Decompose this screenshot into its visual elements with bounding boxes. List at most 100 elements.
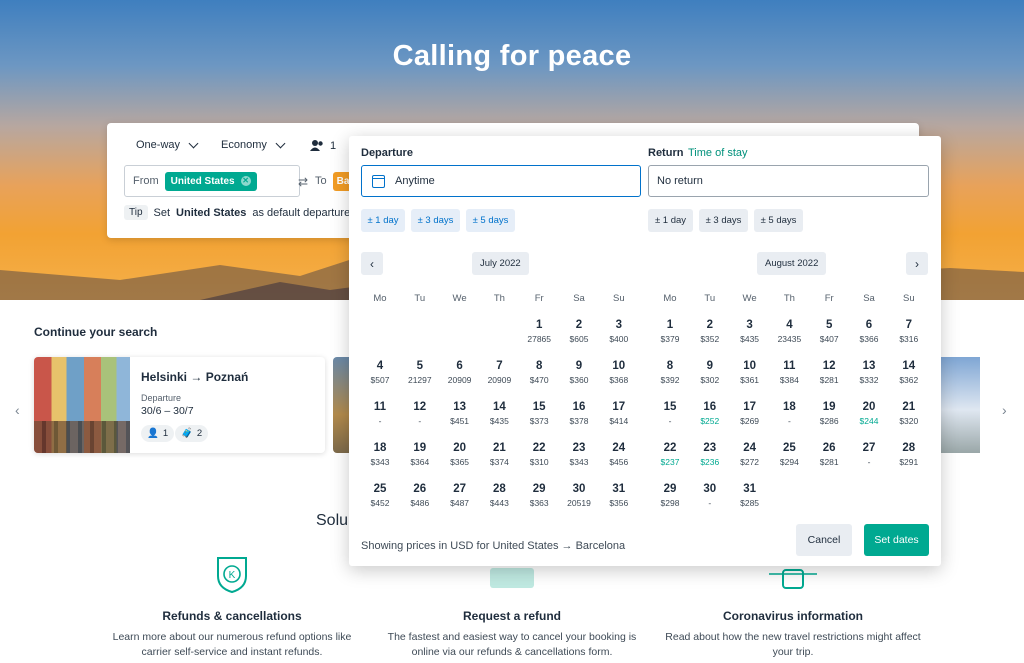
calendar-day[interactable]: 12 - (400, 401, 440, 439)
solutions-heading: Solu (316, 512, 349, 529)
calendar-day[interactable]: 9 $360 (559, 360, 599, 398)
calendar-day[interactable]: 25 $294 (769, 442, 809, 480)
calendar-day[interactable]: 1 $379 (650, 319, 690, 357)
calendar-day[interactable]: 13 $451 (440, 401, 480, 439)
calendar-day[interactable]: 17 $269 (730, 401, 770, 439)
calendar-day[interactable]: 29 $298 (650, 483, 690, 521)
passengers-select[interactable]: 1 (310, 139, 336, 152)
calendar-day[interactable]: 17 $414 (599, 401, 639, 439)
feature-title: Request a refund (462, 609, 561, 623)
departure-date-field[interactable]: Anytime (361, 165, 641, 197)
recent-search-card[interactable]: Helsinki → Poznań Departure 30/6 – 30/7 … (34, 357, 325, 453)
calendar-day[interactable]: 24 $272 (730, 442, 770, 480)
day-price: 20909 (487, 375, 512, 385)
swap-icon[interactable]: ⇄ (298, 175, 308, 189)
calendar-day[interactable]: 28 $291 (889, 442, 929, 480)
calendar-day[interactable]: 25 $452 (360, 483, 400, 521)
departure-flex-1-day[interactable]: ± 1 day (361, 209, 405, 232)
time-of-stay-tab[interactable]: Time of stay (688, 147, 748, 159)
cancel-button[interactable]: Cancel (796, 524, 852, 556)
calendar-day[interactable]: 15 $373 (519, 401, 559, 439)
calendar-day[interactable]: 26 $486 (400, 483, 440, 521)
calendar-day[interactable]: 13 $332 (849, 360, 889, 398)
calendar-day[interactable]: 23 $236 (690, 442, 730, 480)
calendar-day[interactable]: 31 $285 (730, 483, 770, 521)
calendar-day[interactable]: 4 $507 (360, 360, 400, 398)
recent-route: Helsinki → Poznań (141, 370, 249, 384)
calendar-day[interactable]: 11 $384 (769, 360, 809, 398)
recent-search-card-partial[interactable] (940, 357, 980, 453)
calendar-day[interactable]: 2 $352 (690, 319, 730, 357)
calendar-day[interactable]: 9 $302 (690, 360, 730, 398)
weekday-header: Su (902, 293, 915, 304)
calendar-day[interactable]: 10 $368 (599, 360, 639, 398)
calendar-day[interactable]: 21 $320 (889, 401, 929, 439)
calendar-day[interactable]: 22 $237 (650, 442, 690, 480)
remove-chip-icon[interactable]: ✕ (240, 176, 251, 186)
day-number: 1 (535, 319, 543, 331)
calendar-day[interactable]: 14 $362 (889, 360, 929, 398)
calendar-day[interactable]: 3 $435 (730, 319, 770, 357)
calendar-day[interactable]: 29 $363 (519, 483, 559, 521)
day-number: 23 (703, 442, 717, 454)
calendar-day[interactable]: 31 $356 (599, 483, 639, 521)
day-number: 4 (786, 319, 793, 331)
departure-flex-3-days[interactable]: ± 3 days (411, 209, 460, 232)
calendar-day[interactable]: 5 $407 (809, 319, 849, 357)
calendar-day[interactable]: 5 21297 (400, 360, 440, 398)
feature-title: Coronavirus information (722, 609, 863, 623)
return-flex-1-day[interactable]: ± 1 day (648, 209, 693, 232)
cabin-class-select[interactable]: Economy (221, 138, 286, 151)
from-field[interactable]: From United States ✕ (124, 165, 300, 197)
calendar-day[interactable]: 6 20909 (440, 360, 480, 398)
calendar-day[interactable]: 16 $252 (690, 401, 730, 439)
next-month-icon[interactable]: › (906, 252, 928, 275)
carousel-prev-icon[interactable]: ‹ (15, 402, 20, 418)
calendar-day[interactable]: 27 - (849, 442, 889, 480)
calendar-day[interactable]: 27 $487 (440, 483, 480, 521)
calendar-day[interactable]: 6 $366 (849, 319, 889, 357)
calendar-day[interactable]: 16 $378 (559, 401, 599, 439)
day-number: 17 (612, 401, 626, 413)
calendar-day[interactable]: 18 $343 (360, 442, 400, 480)
calendar-day[interactable]: 11 - (360, 401, 400, 439)
calendar-day[interactable]: 2 $605 (559, 319, 599, 357)
calendar-day[interactable]: 30 20519 (559, 483, 599, 521)
calendar-day[interactable]: 4 23435 (769, 319, 809, 357)
calendar-day[interactable]: 7 $316 (889, 319, 929, 357)
calendar-day[interactable]: 30 - (690, 483, 730, 521)
calendar-day[interactable]: 28 $443 (479, 483, 519, 521)
departure-flex-5-days[interactable]: ± 5 days (466, 209, 515, 232)
calendar-day[interactable]: 20 $365 (440, 442, 480, 480)
prev-month-icon[interactable]: ‹ (361, 252, 383, 275)
calendar-day[interactable]: 21 $374 (479, 442, 519, 480)
calendar-day[interactable]: 8 $470 (519, 360, 559, 398)
feature-title: Refunds & cancellations (162, 609, 302, 623)
return-flex-3-days[interactable]: ± 3 days (699, 209, 748, 232)
calendar-day[interactable]: 10 $361 (730, 360, 770, 398)
day-number: 3 (746, 319, 753, 331)
calendar-day[interactable]: 19 $286 (809, 401, 849, 439)
carousel-next-icon[interactable]: › (1002, 402, 1007, 418)
calendar-day[interactable]: 23 $343 (559, 442, 599, 480)
day-number: 23 (572, 442, 586, 454)
trip-type-select[interactable]: One-way (136, 138, 199, 151)
calendar-day[interactable]: 14 $435 (479, 401, 519, 439)
calendar-day[interactable]: 3 $400 (599, 319, 639, 357)
calendar-day[interactable]: 20 $244 (849, 401, 889, 439)
calendar-day[interactable]: 8 $392 (650, 360, 690, 398)
calendar-day[interactable]: 22 $310 (519, 442, 559, 480)
calendar-day[interactable]: 15 - (650, 401, 690, 439)
calendar-day[interactable]: 19 $364 (400, 442, 440, 480)
set-dates-button[interactable]: Set dates (864, 524, 929, 556)
return-flex-5-days[interactable]: ± 5 days (754, 209, 803, 232)
date-picker-popup: Departure Return Time of stay Anytime No… (349, 136, 941, 566)
calendar-day[interactable]: 12 $281 (809, 360, 849, 398)
calendar-day[interactable]: 26 $281 (809, 442, 849, 480)
calendar-day[interactable]: 7 20909 (479, 360, 519, 398)
calendar-day[interactable]: 1 27865 (519, 319, 559, 357)
return-date-field[interactable]: No return (648, 165, 929, 197)
from-location-chip[interactable]: United States ✕ (164, 171, 257, 191)
calendar-day[interactable]: 24 $456 (599, 442, 639, 480)
calendar-day[interactable]: 18 - (769, 401, 809, 439)
